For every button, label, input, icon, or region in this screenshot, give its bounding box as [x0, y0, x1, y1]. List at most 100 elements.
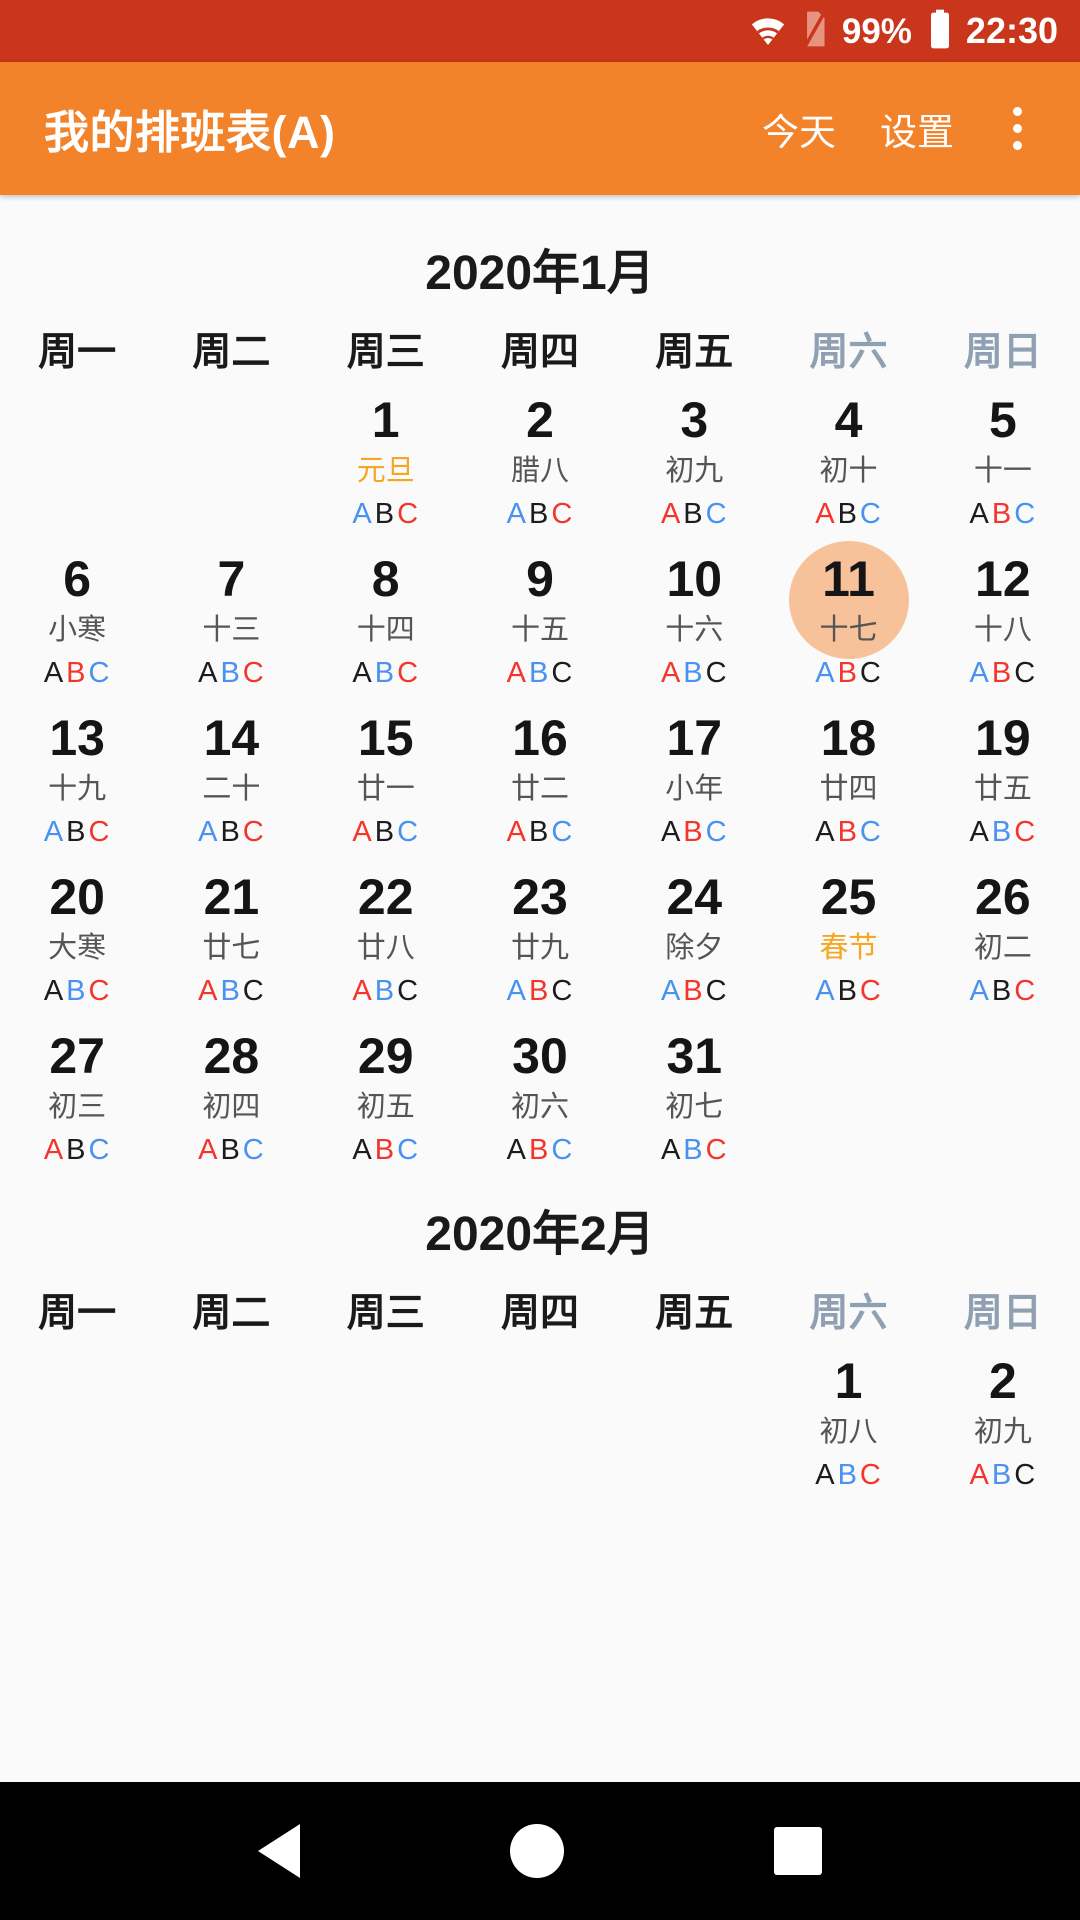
weekday-header-2: 周二 [192, 1292, 271, 1335]
calendar-scroll-area[interactable]: 2020年1月 周一 周二 周三 周四 周五 周六 周日 1 元旦 ABC 2 腊八 ABC 3 初九 ABC 4… [0, 195, 1080, 1782]
day-cell[interactable]: 22 廿八 ABC [309, 860, 463, 1019]
day-cell[interactable]: 14 二十 ABC [154, 701, 308, 860]
day-cell[interactable]: 5 十一 ABC [926, 383, 1080, 542]
weekday-header-4: 周四 [500, 331, 579, 374]
today-button[interactable]: 今天 [740, 102, 858, 156]
day-cell[interactable]: 11 十七 ABC [771, 541, 925, 701]
day-cell[interactable]: 31 初七 ABC [617, 1019, 771, 1178]
day-cell[interactable]: 27 初三 ABC [0, 1019, 154, 1178]
shift-marker-A: A [969, 498, 990, 530]
day-cell[interactable]: 7 十三 ABC [154, 542, 308, 701]
lunar-date-label: 初十 [819, 455, 878, 487]
overflow-dot [1012, 107, 1022, 116]
shift-marker-A: A [198, 1134, 219, 1166]
shift-marker-B: B [220, 975, 241, 1007]
day-cell[interactable]: 23 廿九 ABC [463, 860, 617, 1019]
shift-markers: ABC [351, 659, 420, 688]
day-cell[interactable]: 25 春节 ABC [771, 860, 925, 1019]
shift-marker-C: C [88, 657, 111, 689]
day-cell-content: 15 廿一 ABC [309, 713, 463, 847]
day-cell-content: 26 初二 ABC [926, 872, 1080, 1006]
shift-marker-C: C [88, 1134, 111, 1166]
weekday-header-7: 周日 [963, 331, 1042, 374]
shift-marker-B: B [374, 975, 396, 1007]
lunar-date-label: 初六 [510, 1091, 569, 1123]
lunar-date-label: 十九 [48, 773, 107, 805]
back-triangle-icon[interactable] [258, 1824, 300, 1878]
day-cell[interactable]: 29 初五 ABC [309, 1019, 463, 1178]
day-cell-content: 10 十六 ABC [617, 554, 771, 688]
day-cell[interactable]: 3 初九 ABC [617, 383, 771, 542]
day-cell[interactable]: 18 廿四 ABC [771, 701, 925, 860]
shift-marker-A: A [506, 1134, 528, 1166]
shift-markers: ABC [814, 818, 883, 847]
weekday-header-4: 周四 [500, 1292, 579, 1335]
day-cell[interactable]: 2 初九 ABC [926, 1344, 1080, 1503]
shift-marker-A: A [660, 657, 682, 689]
day-cell-content: 4 初十 ABC [771, 395, 925, 529]
day-cell[interactable]: 10 十六 ABC [617, 542, 771, 701]
lunar-date-label: 廿八 [356, 932, 415, 964]
recents-square-icon[interactable] [774, 1827, 822, 1875]
shift-markers: ABC [969, 818, 1038, 847]
day-cell[interactable]: 17 小年 ABC [617, 701, 771, 860]
day-cell[interactable]: 30 初六 ABC [463, 1019, 617, 1178]
day-number: 15 [357, 710, 414, 766]
shift-marker-B: B [683, 816, 704, 848]
day-cell[interactable]: 24 除夕 ABC [617, 860, 771, 1019]
day-cell-content: 19 廿五 ABC [926, 713, 1080, 847]
weekday-header-3: 周三 [346, 1292, 425, 1335]
shift-marker-A: A [815, 816, 836, 848]
day-cell-content: 22 廿八 ABC [309, 872, 463, 1006]
day-cell[interactable]: 8 十四 ABC [309, 542, 463, 701]
status-bar: 99% 22:30 [0, 0, 1080, 62]
day-cell-content: 30 初六 ABC [463, 1031, 617, 1165]
shift-marker-C: C [1014, 975, 1037, 1007]
shift-marker-A: A [506, 498, 528, 530]
day-cell[interactable]: 19 廿五 ABC [926, 701, 1080, 860]
day-cell[interactable]: 26 初二 ABC [926, 860, 1080, 1019]
day-cell[interactable]: 12 十八 ABC [926, 542, 1080, 701]
day-cell-content: 8 十四 ABC [309, 554, 463, 688]
sim-card-off-icon [802, 9, 828, 53]
day-cell[interactable]: 2 腊八 ABC [463, 383, 617, 542]
day-cell[interactable]: 4 初十 ABC [771, 383, 925, 542]
shift-marker-A: A [969, 975, 990, 1007]
day-cell[interactable]: 20 大寒 ABC [0, 860, 154, 1019]
day-cell[interactable]: 28 初四 ABC [154, 1019, 308, 1178]
day-cell[interactable]: 13 十九 ABC [0, 701, 154, 860]
settings-button[interactable]: 设置 [858, 102, 976, 156]
day-cell[interactable]: 16 廿二 ABC [463, 701, 617, 860]
day-cell-content: 6 小寒 ABC [0, 554, 154, 688]
weekday-header-3: 周三 [346, 331, 425, 374]
shift-markers: ABC [506, 659, 575, 688]
overflow-menu-icon[interactable] [980, 92, 1054, 166]
shift-markers: ABC [43, 818, 112, 847]
shift-marker-B: B [374, 498, 396, 530]
day-cell[interactable]: 9 十五 ABC [463, 542, 617, 701]
shift-marker-B: B [529, 657, 550, 689]
day-cell[interactable]: 21 廿七 ABC [154, 860, 308, 1019]
day-cell[interactable]: 15 廿一 ABC [309, 701, 463, 860]
home-circle-icon[interactable] [510, 1824, 564, 1878]
lunar-date-label: 十六 [665, 614, 724, 646]
day-number: 17 [666, 710, 723, 766]
day-number: 20 [49, 869, 105, 925]
day-number: 12 [975, 551, 1031, 607]
shift-marker-C: C [551, 1134, 574, 1166]
day-cell[interactable]: 1 初八 ABC [771, 1344, 925, 1503]
day-cell[interactable]: 1 元旦 ABC [309, 383, 463, 542]
day-cell-content: 24 除夕 ABC [617, 872, 771, 1006]
month-block: 2020年1月 周一 周二 周三 周四 周五 周六 周日 1 元旦 ABC 2 腊八 ABC 3 初九 ABC 4… [0, 217, 1080, 1178]
day-cell[interactable]: 6 小寒 ABC [0, 542, 154, 701]
day-number: 10 [666, 551, 723, 607]
day-cell-content: 13 十九 ABC [0, 713, 154, 847]
shift-markers: ABC [43, 1136, 112, 1165]
shift-marker-B: B [837, 975, 858, 1007]
shift-marker-A: A [43, 816, 65, 848]
shift-marker-A: A [815, 657, 836, 689]
day-cell-content: 14 二十 ABC [154, 713, 308, 847]
shift-marker-C: C [859, 657, 882, 689]
shift-marker-B: B [837, 657, 858, 689]
week-row: 1 元旦 ABC 2 腊八 ABC 3 初九 ABC 4 初十 ABC 5 十一 ABC [0, 383, 1080, 542]
